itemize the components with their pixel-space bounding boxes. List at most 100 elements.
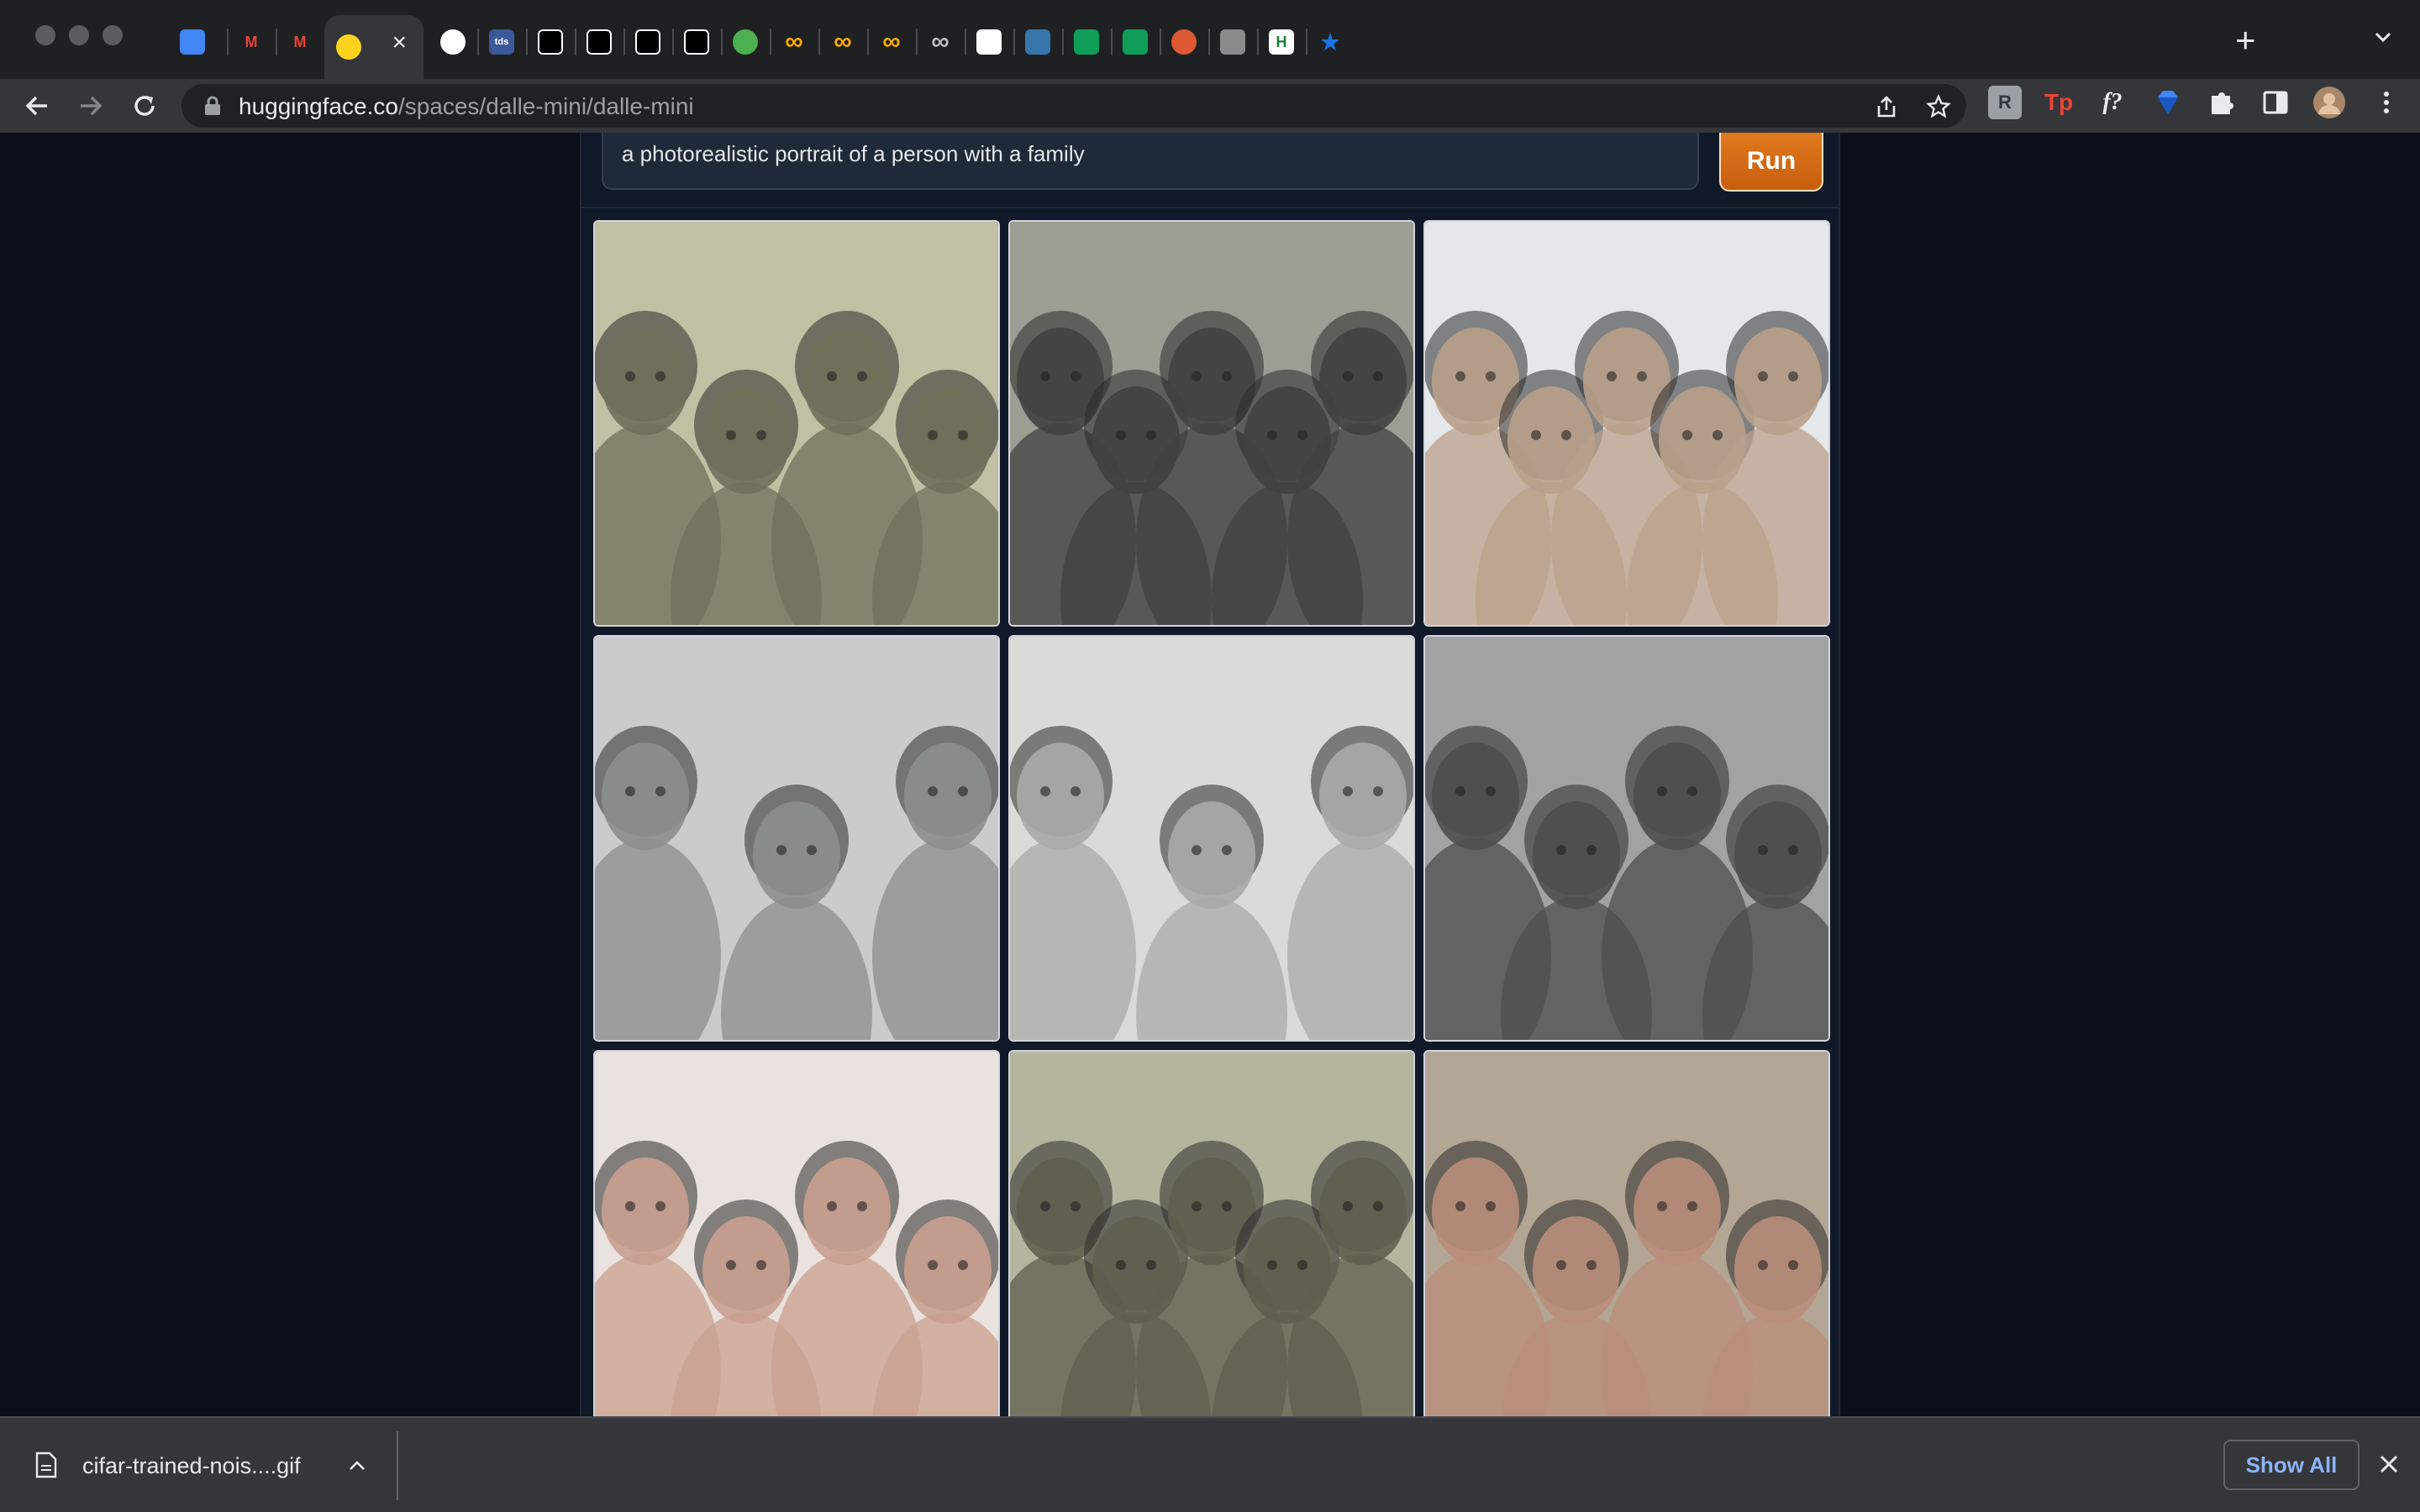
figure-eye: [807, 845, 817, 855]
generated-image[interactable]: [1008, 635, 1415, 1042]
close-icon[interactable]: [2376, 1452, 2402, 1477]
browser-tab[interactable]: ∞Co: [770, 15, 818, 69]
browser-tab[interactable]: dv: [429, 15, 477, 69]
browser-tab[interactable]: Su: [672, 15, 721, 69]
browser-tab[interactable]: Py: [1013, 15, 1062, 69]
figure-eye: [1071, 786, 1081, 796]
figure-eye: [726, 430, 736, 440]
figure-eye: [1146, 430, 1156, 440]
browser-tab[interactable]: Ho: [1208, 15, 1257, 69]
generated-image[interactable]: [1423, 1050, 1830, 1416]
python-icon: [1025, 29, 1050, 55]
figure-eye: [928, 430, 938, 440]
browser-tab[interactable]: ×: [324, 15, 424, 79]
figure-eye: [1682, 430, 1692, 440]
url-text[interactable]: huggingface.co/spaces/dalle-mini/dalle-m…: [239, 93, 694, 120]
browser-tab[interactable]: ∞me: [916, 15, 965, 69]
family-portrait-image: [595, 1052, 998, 1416]
browser-tab[interactable]: MInbox: [276, 15, 324, 69]
generated-image[interactable]: [593, 635, 1000, 1042]
figure-eye: [1586, 845, 1597, 855]
figure-eye: [1192, 371, 1202, 381]
browser-tab[interactable]: Th: [721, 15, 770, 69]
browser-tab[interactable]: ∞dc: [867, 15, 916, 69]
extensions-puzzle-icon[interactable]: [2205, 86, 2238, 119]
family-portrait-image: [1010, 222, 1413, 625]
gmail-icon: M: [245, 33, 258, 50]
browser-tab[interactable]: Co: [526, 15, 575, 69]
browser-tab[interactable]: [168, 15, 227, 69]
download-file-name[interactable]: cifar-trained-nois....gif: [82, 1453, 301, 1479]
extension-tp-icon[interactable]: Tp: [2042, 86, 2075, 119]
browser-tab[interactable]: ★Us: [1306, 15, 1355, 69]
generated-image[interactable]: [1423, 635, 1830, 1042]
generated-image[interactable]: [593, 220, 1000, 627]
browser-tab[interactable]: Su: [575, 15, 623, 69]
extension-gem-icon[interactable]: [2151, 86, 2185, 119]
browser-tab[interactable]: ∞Co: [818, 15, 867, 69]
tab-close-icon[interactable]: ×: [392, 30, 407, 55]
browser-tab[interactable]: ma: [1062, 15, 1111, 69]
side-panel-icon[interactable]: [2259, 86, 2292, 119]
prompt-input[interactable]: a photorealistic portrait of a person wi…: [602, 133, 1699, 190]
browser-menu-icon[interactable]: [2370, 86, 2403, 119]
chevron-up-icon[interactable]: [348, 1457, 366, 1475]
browser-tab[interactable]: cif: [1160, 15, 1208, 69]
extension-readwise-icon[interactable]: R: [1988, 86, 2022, 119]
figure-face: [1319, 743, 1407, 850]
figure-face: [1734, 801, 1822, 909]
generated-image[interactable]: [593, 1050, 1000, 1416]
figure-eye: [928, 786, 938, 796]
address-bar[interactable]: huggingface.co/spaces/dalle-mini/dalle-m…: [182, 84, 1966, 128]
run-button[interactable]: Run: [1719, 133, 1823, 192]
reload-icon[interactable]: [129, 91, 160, 121]
browser-tab[interactable]: fer: [1111, 15, 1160, 69]
figure-eye: [1222, 1201, 1232, 1211]
bookmark-star-icon[interactable]: [1926, 94, 1951, 119]
dark-square-icon: [684, 29, 709, 55]
back-icon[interactable]: [22, 91, 52, 121]
drive-icon: [1074, 29, 1099, 55]
figure-eye: [726, 1260, 736, 1270]
profile-avatar[interactable]: [2312, 86, 2346, 119]
generated-image[interactable]: [1008, 220, 1415, 627]
figure-eye: [1040, 786, 1050, 796]
window-maximize-button[interactable]: [103, 25, 123, 45]
figure-eye: [928, 1260, 938, 1270]
figure-eye: [1455, 786, 1465, 796]
forward-icon[interactable]: [76, 91, 106, 121]
url-path: /spaces/dalle-mini/dalle-mini: [397, 93, 694, 119]
colab-icon: ∞: [882, 28, 901, 55]
figure-eye: [857, 371, 867, 381]
window-close-button[interactable]: [35, 25, 55, 45]
family-portrait-image: [1010, 1052, 1413, 1416]
file-icon: [35, 1452, 57, 1478]
figure-eye: [1373, 1201, 1383, 1211]
figure-eye: [655, 1201, 666, 1211]
extension-fx-icon[interactable]: f?: [2096, 86, 2129, 119]
new-tab-button[interactable]: +: [2235, 22, 2256, 59]
figure-eye: [1687, 786, 1697, 796]
window-minimize-button[interactable]: [69, 25, 89, 45]
figure-face: [602, 743, 689, 850]
browser-tab[interactable]: Th: [965, 15, 1013, 69]
figure-eye: [1637, 371, 1647, 381]
browser-tab[interactable]: tdsInt: [477, 15, 526, 69]
browser-tab[interactable]: H17: [1257, 15, 1306, 69]
figure-eye: [1116, 430, 1126, 440]
show-all-button[interactable]: Show All: [2223, 1440, 2360, 1490]
browser-tab[interactable]: IU: [623, 15, 672, 69]
family-portrait-image: [1425, 1052, 1828, 1416]
lock-icon[interactable]: [203, 96, 222, 116]
tab-search-icon[interactable]: [2371, 25, 2395, 49]
figure-face: [1634, 743, 1721, 850]
figure-face: [1634, 1158, 1721, 1265]
share-icon[interactable]: [1874, 94, 1899, 119]
generated-image[interactable]: [1008, 1050, 1415, 1416]
figure-eye: [1758, 1260, 1768, 1270]
browser-tab[interactable]: MInbox: [227, 15, 276, 69]
figure-eye: [756, 1260, 766, 1270]
figure-eye: [655, 786, 666, 796]
hugging-face-icon: [336, 34, 361, 60]
generated-image[interactable]: [1423, 220, 1830, 627]
